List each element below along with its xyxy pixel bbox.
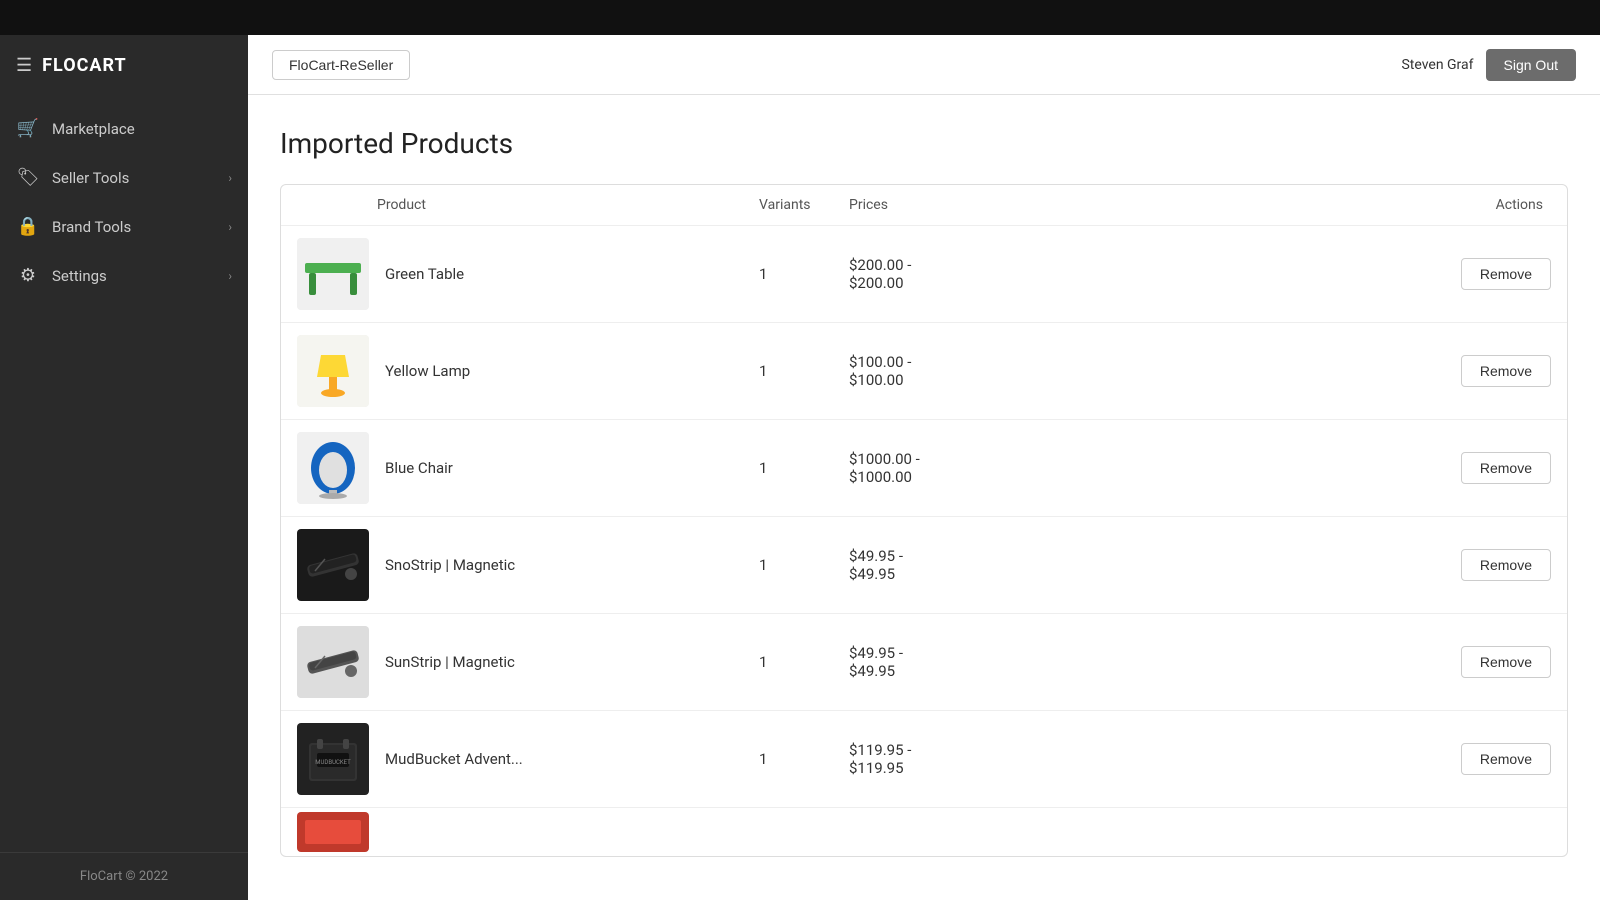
product-actions: Remove	[1431, 549, 1551, 581]
product-name: Blue Chair	[377, 459, 759, 477]
col-header-empty	[1049, 197, 1431, 213]
remove-button[interactable]: Remove	[1461, 743, 1551, 775]
product-variants: 1	[759, 362, 849, 380]
col-header-prices: Prices	[849, 197, 1049, 213]
remove-button[interactable]: Remove	[1461, 452, 1551, 484]
table-row: Green Table 1 $200.00 -$200.00 Remove	[281, 226, 1567, 323]
product-name: Yellow Lamp	[377, 362, 759, 380]
product-variants: 1	[759, 265, 849, 283]
product-image	[297, 238, 369, 310]
product-price: $100.00 -$100.00	[849, 353, 1049, 389]
col-header-image	[297, 197, 377, 213]
table-row: MUDBUCKET MudBucket Advent... 1 $119.95 …	[281, 711, 1567, 808]
chevron-right-icon: ›	[228, 269, 232, 283]
seller-tools-icon: 🏷	[16, 167, 40, 188]
sidebar-item-settings[interactable]: ⚙ Settings ›	[0, 251, 248, 300]
store-tab[interactable]: FloCart-ReSeller	[272, 50, 410, 80]
product-image	[297, 335, 369, 407]
product-actions: Remove	[1431, 452, 1551, 484]
product-image	[297, 626, 369, 698]
col-header-actions: Actions	[1431, 197, 1551, 213]
hamburger-icon[interactable]: ☰	[16, 55, 32, 76]
product-actions: Remove	[1431, 355, 1551, 387]
product-actions: Remove	[1431, 258, 1551, 290]
sidebar-footer: FloCart © 2022	[0, 852, 248, 900]
header-bar: FloCart-ReSeller Steven Graf Sign Out	[248, 35, 1600, 95]
product-image	[297, 812, 369, 852]
remove-button[interactable]: Remove	[1461, 549, 1551, 581]
table-row: SnoStrip | Magnetic 1 $49.95 -$49.95 Rem…	[281, 517, 1567, 614]
table-row: Yellow Lamp 1 $100.00 -$100.00 Remove	[281, 323, 1567, 420]
remove-button[interactable]: Remove	[1461, 258, 1551, 290]
product-variants: 1	[759, 750, 849, 768]
product-price: $200.00 -$200.00	[849, 256, 1049, 292]
remove-button[interactable]: Remove	[1461, 646, 1551, 678]
product-variants: 1	[759, 459, 849, 477]
table-header: Product Variants Prices Actions	[281, 185, 1567, 226]
product-name: SunStrip | Magnetic	[377, 653, 759, 671]
product-name: Green Table	[377, 265, 759, 283]
chevron-right-icon: ›	[228, 220, 232, 234]
product-image: MUDBUCKET	[297, 723, 369, 795]
app-logo: FLOCART	[42, 55, 127, 76]
page-content: Imported Products Product Variants Price…	[248, 95, 1600, 900]
products-table: Product Variants Prices Actions	[280, 184, 1568, 857]
svg-text:MUDBUCKET: MUDBUCKET	[315, 759, 351, 766]
product-image	[297, 432, 369, 504]
main-content: FloCart-ReSeller Steven Graf Sign Out Im…	[248, 35, 1600, 900]
chevron-right-icon: ›	[228, 171, 232, 185]
product-price: $119.95 -$119.95	[849, 741, 1049, 777]
product-price: $49.95 -$49.95	[849, 644, 1049, 680]
sidebar-item-label: Marketplace	[52, 120, 232, 138]
sidebar-item-brand-tools[interactable]: 🔒 Brand Tools ›	[0, 202, 248, 251]
sidebar-header: ☰ FLOCART	[0, 35, 248, 96]
table-row	[281, 808, 1567, 856]
sidebar-item-label: Settings	[52, 267, 216, 285]
product-variants: 1	[759, 653, 849, 671]
sidebar-item-marketplace[interactable]: 🛒 Marketplace	[0, 104, 248, 153]
sign-out-button[interactable]: Sign Out	[1486, 49, 1576, 81]
product-actions: Remove	[1431, 646, 1551, 678]
sidebar: ☰ FLOCART 🛒 Marketplace 🏷 Seller Tools ›…	[0, 35, 248, 900]
product-price: $1000.00 -$1000.00	[849, 450, 1049, 486]
sidebar-item-label: Seller Tools	[52, 169, 216, 187]
sidebar-item-label: Brand Tools	[52, 218, 216, 236]
product-price: $49.95 -$49.95	[849, 547, 1049, 583]
settings-icon: ⚙	[16, 265, 40, 286]
product-actions: Remove	[1431, 743, 1551, 775]
product-variants: 1	[759, 556, 849, 574]
table-row: Blue Chair 1 $1000.00 -$1000.00 Remove	[281, 420, 1567, 517]
product-name: MudBucket Advent...	[377, 750, 759, 768]
brand-tools-icon: 🔒	[16, 216, 40, 237]
marketplace-icon: 🛒	[16, 118, 40, 139]
remove-button[interactable]: Remove	[1461, 355, 1551, 387]
table-row: SunStrip | Magnetic 1 $49.95 -$49.95 Rem…	[281, 614, 1567, 711]
col-header-product: Product	[377, 197, 759, 213]
user-area: Steven Graf Sign Out	[1401, 49, 1576, 81]
page-title: Imported Products	[280, 127, 1568, 160]
col-header-variants: Variants	[759, 197, 849, 213]
product-image	[297, 529, 369, 601]
sidebar-nav: 🛒 Marketplace 🏷 Seller Tools › 🔒 Brand T…	[0, 96, 248, 852]
sidebar-item-seller-tools[interactable]: 🏷 Seller Tools ›	[0, 153, 248, 202]
product-name: SnoStrip | Magnetic	[377, 556, 759, 574]
user-name: Steven Graf	[1401, 57, 1473, 73]
